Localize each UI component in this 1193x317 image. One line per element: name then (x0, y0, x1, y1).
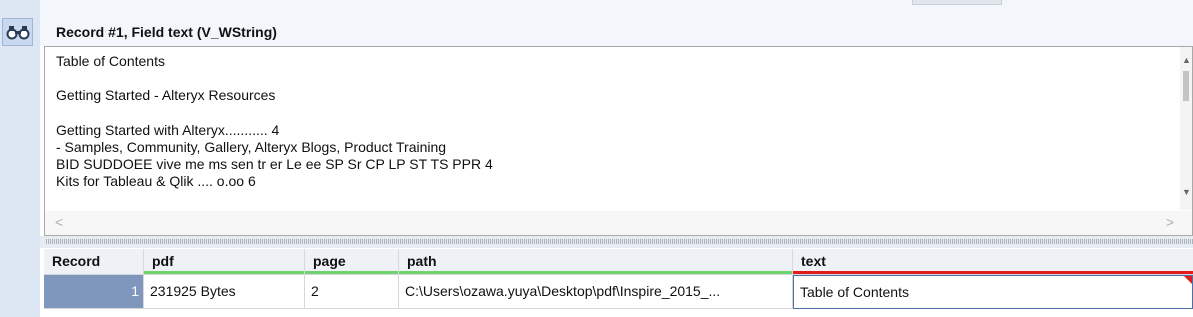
path-cell[interactable]: C:\Users\ozawa.yuya\Desktop\pdf\Inspire_… (399, 275, 793, 309)
record-number-cell[interactable]: 1 (44, 275, 144, 309)
column-header-label: pdf (152, 253, 174, 269)
left-toolbar (0, 0, 40, 317)
scroll-right-icon[interactable]: > (1166, 214, 1174, 230)
splitter-grip[interactable] (46, 239, 1193, 244)
record-header: Record #1, Field text (V_WString) (40, 17, 1193, 46)
column-header-label: page (313, 253, 346, 269)
column-header-text[interactable]: text (793, 249, 1193, 274)
column-quality-bar (144, 271, 304, 274)
toolbar-control[interactable] (912, 0, 1002, 5)
pdf-cell[interactable]: 231925 Bytes (144, 275, 305, 309)
column-header-label: path (407, 253, 437, 269)
record-field-title: Record #1, Field text (V_WString) (56, 24, 277, 40)
column-quality-bar (793, 271, 1193, 274)
vertical-scroll-thumb[interactable] (1183, 71, 1189, 101)
page-cell[interactable]: 2 (305, 275, 399, 309)
scroll-down-icon[interactable]: ▼ (1182, 187, 1191, 197)
column-header-pdf[interactable]: pdf (144, 249, 305, 274)
vertical-scrollbar[interactable]: ▲ ▼ (1180, 47, 1192, 210)
find-button[interactable] (2, 18, 33, 46)
field-value-viewer[interactable]: Table of Contents Getting Started - Alte… (44, 46, 1193, 236)
scroll-up-icon[interactable]: ▲ (1182, 55, 1191, 65)
column-header-page[interactable]: page (305, 249, 399, 274)
horizontal-scrollbar[interactable]: < > (45, 211, 1192, 235)
text-cell-value: Table of Contents (800, 284, 909, 300)
results-window: Record #1, Field text (V_WString) Table … (0, 0, 1193, 317)
results-grid: Record pdf page path text 1 231925 Bytes (44, 249, 1193, 317)
truncation-marker-icon (1184, 276, 1192, 284)
column-quality-bar (399, 271, 792, 274)
scroll-left-icon[interactable]: < (55, 214, 63, 230)
table-row[interactable]: 1 231925 Bytes 2 C:\Users\ozawa.yuya\Des… (44, 275, 1193, 309)
column-header-label: text (801, 253, 826, 269)
top-toolbar-strip (40, 0, 1193, 17)
pane-splitter[interactable] (40, 236, 1193, 248)
field-value-text[interactable]: Table of Contents Getting Started - Alte… (56, 53, 1176, 209)
column-quality-bar (305, 271, 398, 274)
column-header-record[interactable]: Record (44, 249, 144, 274)
column-header-path[interactable]: path (399, 249, 793, 274)
text-cell-selected[interactable]: Table of Contents (793, 275, 1193, 309)
binoculars-icon (6, 26, 29, 40)
column-header-label: Record (52, 253, 101, 269)
grid-header: Record pdf page path text (44, 249, 1193, 275)
